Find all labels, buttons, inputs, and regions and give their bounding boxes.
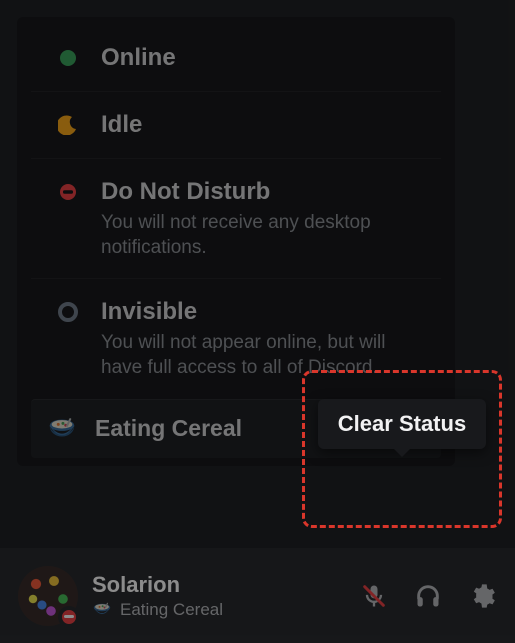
presence-dnd-icon — [58, 606, 80, 628]
idle-icon — [57, 114, 79, 136]
status-label: Online — [101, 43, 415, 73]
username: Solarion — [92, 572, 345, 598]
status-label: Invisible — [101, 297, 415, 327]
mute-mic-button[interactable] — [359, 581, 389, 611]
status-label: Idle — [101, 110, 415, 140]
custom-status-text: Eating Cereal — [95, 415, 377, 442]
settings-button[interactable] — [467, 581, 497, 611]
user-panel: Solarion Eating Cereal — [0, 548, 515, 643]
deafen-button[interactable] — [413, 581, 443, 611]
bowl-cereal-icon — [92, 600, 112, 620]
bowl-cereal-icon — [47, 414, 77, 444]
status-desc: You will not appear online, but will hav… — [101, 331, 415, 380]
dnd-icon — [57, 181, 79, 203]
gear-icon — [468, 582, 496, 610]
clear-status-button[interactable] — [395, 414, 425, 444]
status-menu: Online Idle Do Not Disturb You will not … — [17, 17, 455, 466]
status-label: Do Not Disturb — [101, 177, 415, 207]
invisible-icon — [57, 301, 79, 323]
close-icon — [402, 418, 418, 439]
status-option-dnd[interactable]: Do Not Disturb You will not receive any … — [31, 158, 441, 278]
user-status-text: Eating Cereal — [120, 600, 223, 620]
status-option-idle[interactable]: Idle — [31, 91, 441, 158]
status-option-online[interactable]: Online — [31, 25, 441, 91]
user-status-line: Eating Cereal — [92, 600, 345, 620]
mic-muted-icon — [360, 582, 388, 610]
status-desc: You will not receive any desktop notific… — [101, 211, 415, 260]
online-icon — [57, 47, 79, 69]
custom-status-row[interactable]: Eating Cereal — [31, 399, 441, 458]
user-avatar[interactable] — [18, 566, 78, 626]
headphones-icon — [414, 582, 442, 610]
status-option-invisible[interactable]: Invisible You will not appear online, bu… — [31, 278, 441, 398]
